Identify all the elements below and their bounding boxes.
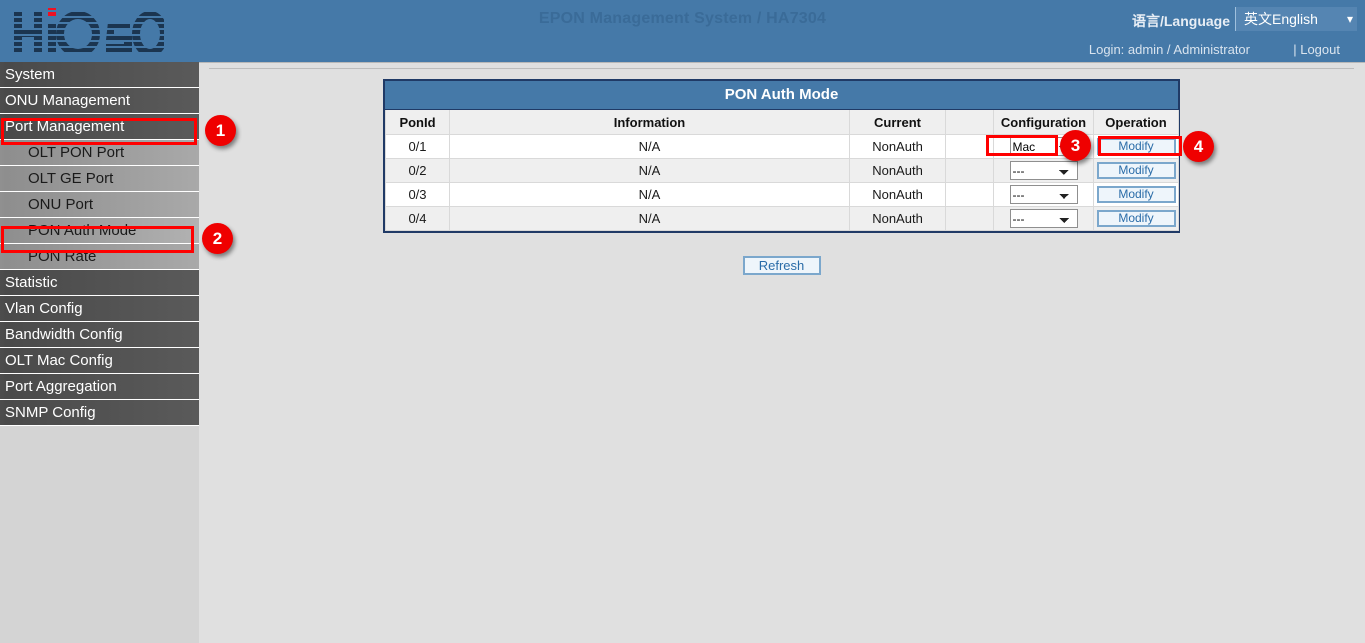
config-select[interactable]: ---MacLoidLoidPwdHybrid bbox=[1010, 185, 1078, 204]
sidebar-item-label: PON Rate bbox=[28, 248, 96, 265]
sidebar-item-snmp-config[interactable]: SNMP Config bbox=[0, 400, 199, 426]
col-header-current: Current bbox=[850, 110, 946, 135]
table-row: 0/4N/ANonAuth ---MacLoidLoidPwdHybrid Modi… bbox=[386, 207, 1179, 231]
annotation-badge-2: 2 bbox=[202, 223, 233, 254]
sidebar-item-pon-auth-mode[interactable]: PON Auth Mode bbox=[0, 218, 199, 244]
language-select-value: 英文English bbox=[1244, 7, 1318, 31]
sidebar-item-port-aggregation[interactable]: Port Aggregation bbox=[0, 374, 199, 400]
config-select[interactable]: ---MacLoidLoidPwdHybrid bbox=[1010, 209, 1078, 228]
modify-button[interactable]: Modify bbox=[1097, 138, 1176, 155]
cell-spacer bbox=[946, 207, 994, 231]
col-header-ponid: PonId bbox=[386, 110, 450, 135]
pon-auth-mode-panel: PON Auth Mode PonId Information Current … bbox=[383, 79, 1180, 233]
cell-configuration: ---MacLoidLoidPwdHybrid bbox=[994, 183, 1094, 207]
sidebar-item-label: ONU Port bbox=[28, 196, 93, 213]
language-label: 语言/Language bbox=[1132, 11, 1230, 31]
col-header-operation: Operation bbox=[1094, 110, 1179, 135]
cell-spacer bbox=[946, 159, 994, 183]
sidebar-item-onu-port[interactable]: ONU Port bbox=[0, 192, 199, 218]
sidebar-item-label: Port Aggregation bbox=[5, 378, 117, 395]
cell-operation: Modify bbox=[1094, 135, 1179, 159]
sidebar-item-label: OLT PON Port bbox=[28, 144, 124, 161]
sidebar-item-label: Bandwidth Config bbox=[5, 326, 123, 343]
table-header-row: PonId Information Current Configuration … bbox=[386, 110, 1179, 135]
sidebar-item-olt-ge-port[interactable]: OLT GE Port bbox=[0, 166, 199, 192]
cell-operation: Modify bbox=[1094, 159, 1179, 183]
chevron-down-icon: ▾ bbox=[1347, 7, 1353, 31]
cell-configuration: ---MacLoidLoidPwdHybrid bbox=[994, 207, 1094, 231]
panel-title: PON Auth Mode bbox=[385, 81, 1178, 110]
language-select[interactable]: 英文English ▾ bbox=[1235, 7, 1357, 31]
cell-information: N/A bbox=[450, 207, 850, 231]
sidebar-item-bandwidth-config[interactable]: Bandwidth Config bbox=[0, 322, 199, 348]
cell-operation: Modify bbox=[1094, 183, 1179, 207]
cell-ponid: 0/2 bbox=[386, 159, 450, 183]
cell-ponid: 0/4 bbox=[386, 207, 450, 231]
cell-current: NonAuth bbox=[850, 183, 946, 207]
refresh-button[interactable]: Refresh bbox=[743, 256, 821, 275]
cell-operation: Modify bbox=[1094, 207, 1179, 231]
col-header-information: Information bbox=[450, 110, 850, 135]
cell-information: N/A bbox=[450, 135, 850, 159]
login-info: Login: admin / Administrator bbox=[1089, 42, 1250, 57]
sidebar-item-label: Port Management bbox=[5, 118, 124, 135]
sidebar-item-label: ONU Management bbox=[5, 92, 130, 109]
annotation-badge-1: 1 bbox=[205, 115, 236, 146]
annotation-badge-3: 3 bbox=[1060, 130, 1091, 161]
sidebar: System ONU Management Port Management OLT P… bbox=[0, 62, 199, 643]
sidebar-item-statistic[interactable]: Statistic bbox=[0, 270, 199, 296]
col-header-spacer bbox=[946, 110, 994, 135]
sidebar-item-olt-pon-port[interactable]: OLT PON Port bbox=[0, 140, 199, 166]
cell-ponid: 0/3 bbox=[386, 183, 450, 207]
sidebar-item-label: Vlan Config bbox=[5, 300, 83, 317]
sidebar-item-olt-mac-config[interactable]: OLT Mac Config bbox=[0, 348, 199, 374]
annotation-badge-4: 4 bbox=[1183, 131, 1214, 162]
sidebar-item-port-management[interactable]: Port Management bbox=[0, 114, 199, 140]
cell-current: NonAuth bbox=[850, 135, 946, 159]
sidebar-item-vlan-config[interactable]: Vlan Config bbox=[0, 296, 199, 322]
modify-button[interactable]: Modify bbox=[1097, 210, 1176, 227]
sidebar-item-system[interactable]: System bbox=[0, 62, 199, 88]
sidebar-item-label: PON Auth Mode bbox=[28, 222, 136, 239]
page-header: EPON Management System / HA7304 语言/Langu… bbox=[0, 0, 1365, 62]
cell-information: N/A bbox=[450, 183, 850, 207]
sidebar-item-label: Statistic bbox=[5, 274, 58, 291]
pon-auth-mode-table: PonId Information Current Configuration … bbox=[385, 110, 1179, 231]
sidebar-item-label: OLT GE Port bbox=[28, 170, 113, 187]
sidebar-item-label: SNMP Config bbox=[5, 404, 96, 421]
cell-current: NonAuth bbox=[850, 207, 946, 231]
modify-button[interactable]: Modify bbox=[1097, 162, 1176, 179]
cell-spacer bbox=[946, 135, 994, 159]
content-divider bbox=[209, 68, 1354, 69]
sidebar-item-onu-management[interactable]: ONU Management bbox=[0, 88, 199, 114]
cell-configuration: ---MacLoidLoidPwdHybrid bbox=[994, 159, 1094, 183]
cell-spacer bbox=[946, 183, 994, 207]
sidebar-item-pon-rate[interactable]: PON Rate bbox=[0, 244, 199, 270]
sidebar-item-label: OLT Mac Config bbox=[5, 352, 113, 369]
logout-link[interactable]: | Logout bbox=[1293, 42, 1340, 57]
cell-ponid: 0/1 bbox=[386, 135, 450, 159]
cell-current: NonAuth bbox=[850, 159, 946, 183]
table-row: 0/3N/ANonAuth ---MacLoidLoidPwdHybrid Modi… bbox=[386, 183, 1179, 207]
sidebar-item-label: System bbox=[5, 66, 55, 83]
refresh-button-wrap: Refresh bbox=[383, 256, 1180, 275]
modify-button[interactable]: Modify bbox=[1097, 186, 1176, 203]
config-select[interactable]: ---MacLoidLoidPwdHybrid bbox=[1010, 161, 1078, 180]
cell-information: N/A bbox=[450, 159, 850, 183]
table-row: 0/2N/ANonAuth ---MacLoidLoidPwdHybrid Modi… bbox=[386, 159, 1179, 183]
